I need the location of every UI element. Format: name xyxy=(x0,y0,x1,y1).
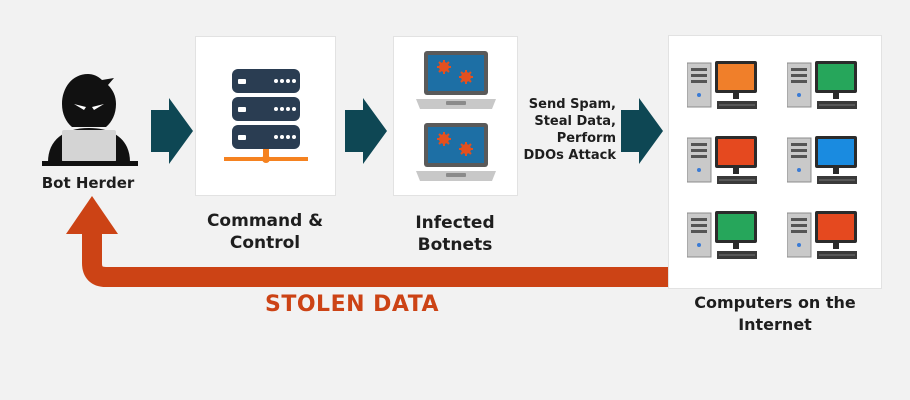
bot-herder-node: Bot Herder xyxy=(28,70,150,200)
infected-botnets-card xyxy=(393,36,518,196)
computers-line-1: Computers on the xyxy=(694,293,856,312)
server-icon xyxy=(224,69,308,163)
hacker-icon xyxy=(42,74,138,166)
flow-arrow-2 xyxy=(345,98,387,164)
desktop-computer-icon xyxy=(787,136,857,184)
flow-arrow-3 xyxy=(621,98,663,164)
attack-actions-text: Send Spam, Steal Data, Perform DDOs Atta… xyxy=(516,96,616,164)
stolen-data-label: STOLEN DATA xyxy=(265,292,440,317)
command-control-label: Command & Control xyxy=(206,211,324,253)
infected-botnets-line-2: Botnets xyxy=(417,235,493,255)
action-line-2: Steal Data, xyxy=(534,114,616,129)
action-line-1: Send Spam, xyxy=(528,97,616,112)
action-line-4: DDOs Attack xyxy=(523,148,616,163)
bot-herder-label: Bot Herder xyxy=(41,174,135,192)
infected-botnets-line-1: Infected xyxy=(415,213,495,233)
desktop-computer-icon xyxy=(787,211,857,259)
desktop-computer-icon xyxy=(687,61,757,109)
laptop-icon xyxy=(416,51,496,109)
laptop-icon xyxy=(416,123,496,181)
action-line-3: Perform xyxy=(556,131,616,146)
computers-label: Computers on the Internet xyxy=(660,292,890,336)
command-control-card xyxy=(195,36,336,196)
desktop-computer-icon xyxy=(687,136,757,184)
computers-card xyxy=(668,35,882,289)
desktop-computer-icon xyxy=(687,211,757,259)
desktop-computer-icon xyxy=(787,61,857,109)
computers-line-2: Internet xyxy=(738,315,812,334)
flow-arrow-1 xyxy=(151,98,193,164)
infected-botnets-label: Infected Botnets xyxy=(390,212,520,256)
